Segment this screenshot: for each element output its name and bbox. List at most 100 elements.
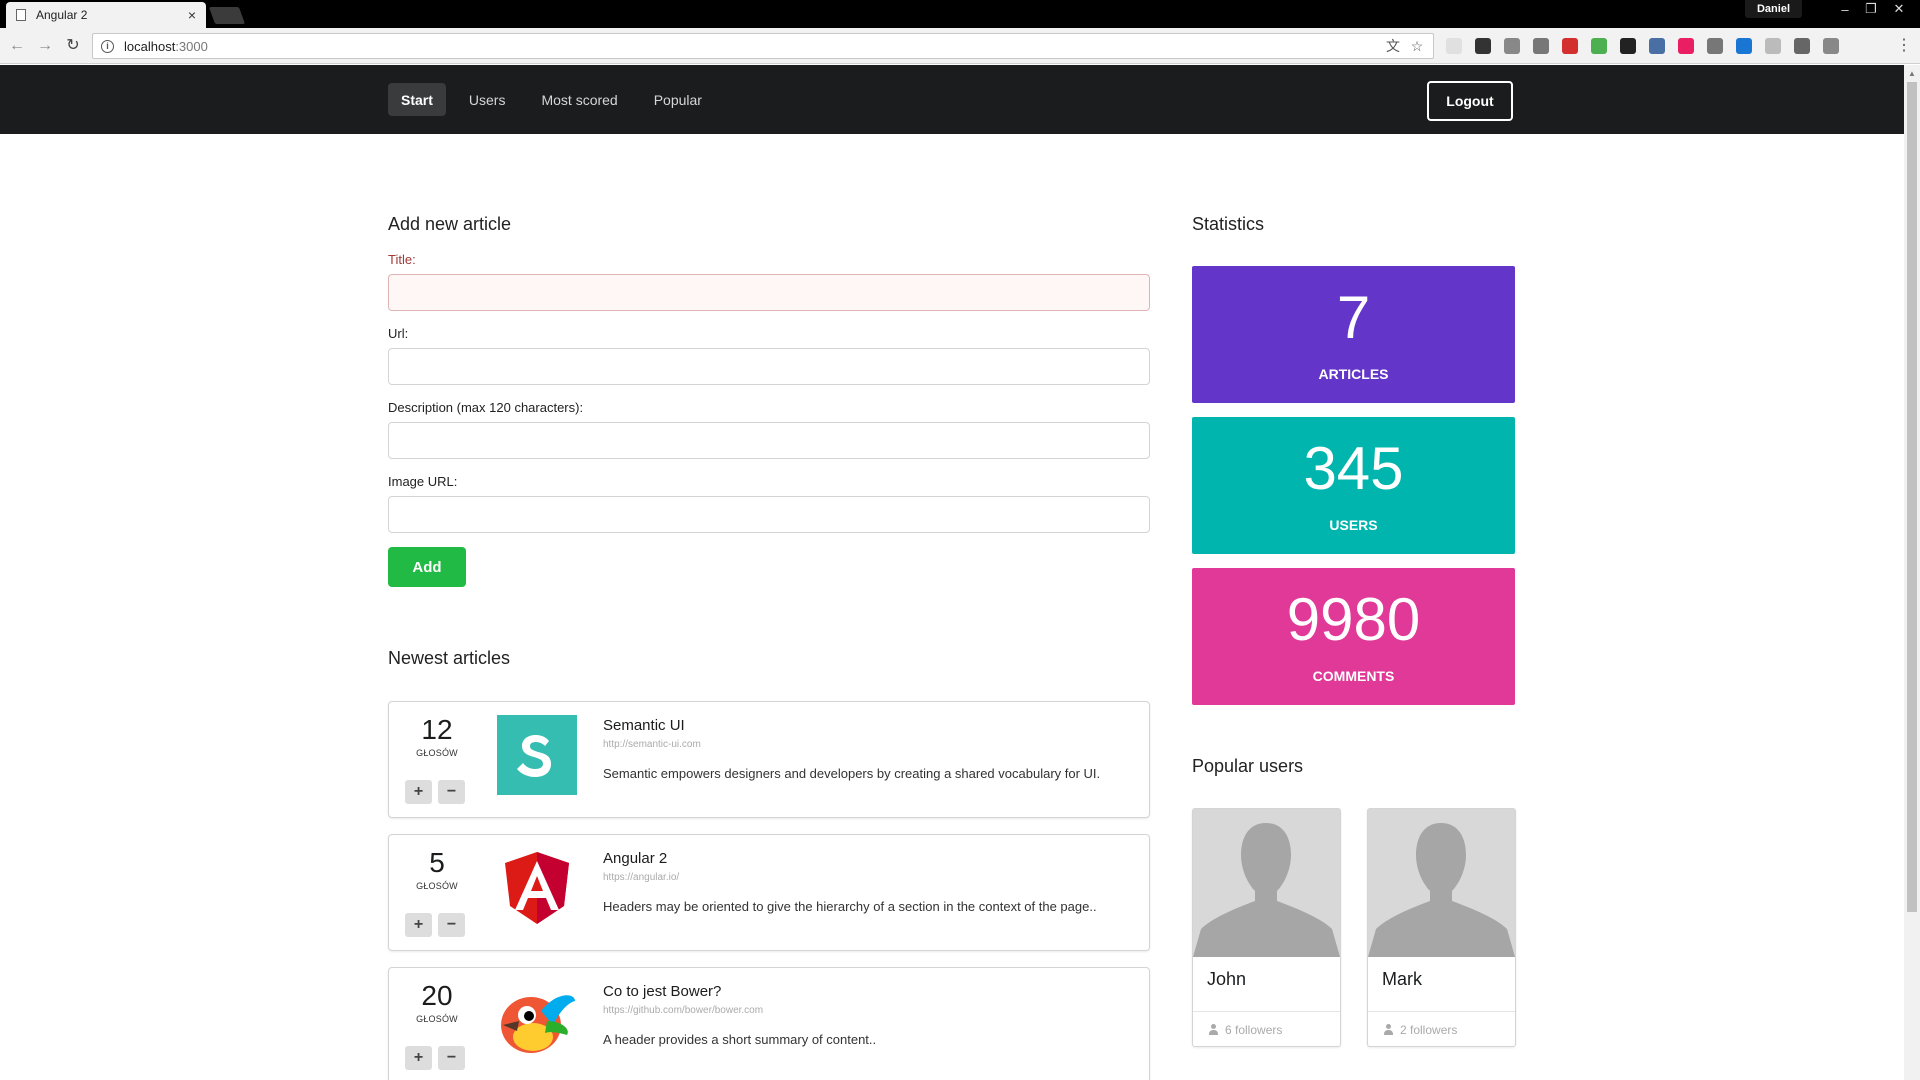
image-url-input[interactable]	[388, 496, 1150, 533]
main-menu: Start Users Most scored Popular	[388, 83, 725, 116]
downvote-button[interactable]: −	[438, 913, 465, 937]
browser-toolbar: ← → ↻ i localhost:3000 文 ☆ ⋮	[0, 28, 1920, 64]
translate-icon[interactable]: 文	[1385, 38, 1401, 54]
image-url-label: Image URL:	[388, 474, 458, 489]
bookmark-star-icon[interactable]: ☆	[1409, 38, 1425, 54]
article-url[interactable]: http://semantic-ui.com	[603, 739, 701, 750]
vote-buttons: + −	[405, 780, 465, 804]
page-scrollbar[interactable]: ▲	[1904, 65, 1920, 1080]
followers-count: 6 followers	[1225, 1022, 1283, 1037]
upvote-button[interactable]: +	[405, 1046, 432, 1070]
upvote-button[interactable]: +	[405, 913, 432, 937]
restore-icon[interactable]: ❐	[1858, 0, 1884, 18]
nav-item-popular[interactable]: Popular	[641, 83, 715, 116]
stat-value: 9980	[1286, 586, 1421, 653]
extension-icon[interactable]	[1736, 38, 1752, 54]
user-icon	[1384, 1024, 1393, 1035]
extension-icon[interactable]	[1533, 38, 1549, 54]
article-url[interactable]: https://angular.io/	[603, 872, 679, 883]
browser-tabbar: Angular 2 × Daniel – ❐ ✕	[0, 0, 1920, 28]
articles-stat: 7 ARTICLES	[1192, 266, 1515, 403]
article-description: Semantic empowers designers and develope…	[603, 766, 1101, 781]
extension-icon[interactable]	[1794, 38, 1810, 54]
vote-number: 12	[421, 714, 453, 745]
newest-articles-heading: Newest articles	[388, 648, 511, 668]
page-icon	[16, 9, 26, 21]
new-tab-button[interactable]	[208, 7, 246, 24]
url-label: Url:	[388, 326, 409, 341]
extension-icon[interactable]	[1823, 38, 1839, 54]
extension-icon[interactable]	[1707, 38, 1723, 54]
extension-icon[interactable]	[1446, 38, 1462, 54]
extension-icon[interactable]	[1475, 38, 1491, 54]
browser-menu-icon[interactable]: ⋮	[1896, 38, 1912, 54]
vote-label: GŁOSÓW	[416, 881, 458, 891]
minimize-icon[interactable]: –	[1832, 0, 1858, 18]
title-input[interactable]	[388, 274, 1150, 311]
close-window-icon[interactable]: ✕	[1886, 0, 1912, 18]
upvote-button[interactable]: +	[405, 780, 432, 804]
article-url[interactable]: https://github.com/bower/bower.com	[603, 1005, 763, 1016]
back-icon[interactable]: ←	[8, 37, 26, 55]
article-title[interactable]: Semantic UI	[603, 717, 685, 734]
address-bar[interactable]: i localhost:3000 文 ☆	[92, 33, 1434, 59]
vote-count: 20 GŁOSÓW	[389, 980, 485, 1024]
title-label: Title:	[388, 252, 416, 267]
reload-icon[interactable]: ↻	[64, 37, 82, 55]
vote-count: 5 GŁOSÓW	[389, 847, 485, 891]
extension-icon[interactable]	[1765, 38, 1781, 54]
extension-icon[interactable]	[1591, 38, 1607, 54]
info-icon[interactable]: i	[101, 39, 114, 53]
user-name[interactable]: Mark	[1382, 969, 1422, 990]
vote-count: 12 GŁOSÓW	[389, 714, 485, 758]
downvote-button[interactable]: −	[438, 1046, 465, 1070]
downvote-button[interactable]: −	[438, 780, 465, 804]
bower-logo	[497, 981, 577, 1061]
nav-item-most-scored[interactable]: Most scored	[528, 83, 630, 116]
extension-icon[interactable]	[1562, 38, 1578, 54]
nav-item-users[interactable]: Users	[456, 83, 519, 116]
user-icon	[1209, 1024, 1218, 1035]
avatar	[1368, 809, 1515, 957]
comments-stat: 9980 COMMENTS	[1192, 568, 1515, 705]
description-input[interactable]	[388, 422, 1150, 459]
user-card[interactable]: Mark 2 followers	[1367, 808, 1516, 1047]
user-name[interactable]: John	[1207, 969, 1246, 990]
followers-count: 2 followers	[1400, 1022, 1458, 1037]
browser-tab[interactable]: Angular 2 ×	[6, 2, 206, 28]
url-input[interactable]	[388, 348, 1150, 385]
add-button[interactable]: Add	[388, 547, 466, 587]
angular-logo	[497, 848, 577, 928]
article-card: 12 GŁOSÓW + − Semantic UI http://semantic-ui.…	[388, 701, 1150, 818]
user-followers: 2 followers	[1368, 1011, 1515, 1046]
extension-icon[interactable]	[1678, 38, 1694, 54]
profile-button[interactable]: Daniel	[1744, 0, 1802, 18]
scrollbar-thumb[interactable]	[1907, 82, 1917, 912]
extension-icon[interactable]	[1620, 38, 1636, 54]
stat-label: COMMENTS	[1312, 668, 1395, 684]
stat-label: USERS	[1329, 517, 1378, 533]
scroll-up-icon[interactable]: ▲	[1908, 69, 1916, 78]
logout-button[interactable]: Logout	[1427, 81, 1513, 121]
vote-number: 5	[429, 847, 445, 878]
article-card: 5 GŁOSÓW + − Angular 2 https://angular.io/Hea…	[388, 834, 1150, 951]
article-description: Headers may be oriented to give the hier…	[603, 899, 1097, 914]
tab-title: Angular 2	[36, 8, 88, 22]
users-stat: 345 USERS	[1192, 417, 1515, 554]
forward-icon[interactable]: →	[36, 37, 54, 55]
add-article-heading: Add new article	[388, 214, 512, 234]
vote-buttons: + −	[405, 913, 465, 937]
extension-icon[interactable]	[1504, 38, 1520, 54]
article-title[interactable]: Angular 2	[603, 850, 667, 867]
nav-item-start[interactable]: Start	[388, 83, 446, 116]
vote-number: 20	[421, 980, 453, 1011]
tab-close-icon[interactable]: ×	[188, 7, 196, 23]
stat-value: 7	[1336, 284, 1371, 351]
user-card[interactable]: John 6 followers	[1192, 808, 1341, 1047]
statistics-heading: Statistics	[1192, 214, 1265, 234]
article-card: 20 GŁOSÓW + − Co to jest Bower? https://githu…	[388, 967, 1150, 1080]
article-title[interactable]: Co to jest Bower?	[603, 983, 721, 1000]
extension-icon[interactable]	[1649, 38, 1665, 54]
article-description: A header provides a short summary of con…	[603, 1032, 877, 1047]
stat-value: 345	[1303, 435, 1404, 502]
